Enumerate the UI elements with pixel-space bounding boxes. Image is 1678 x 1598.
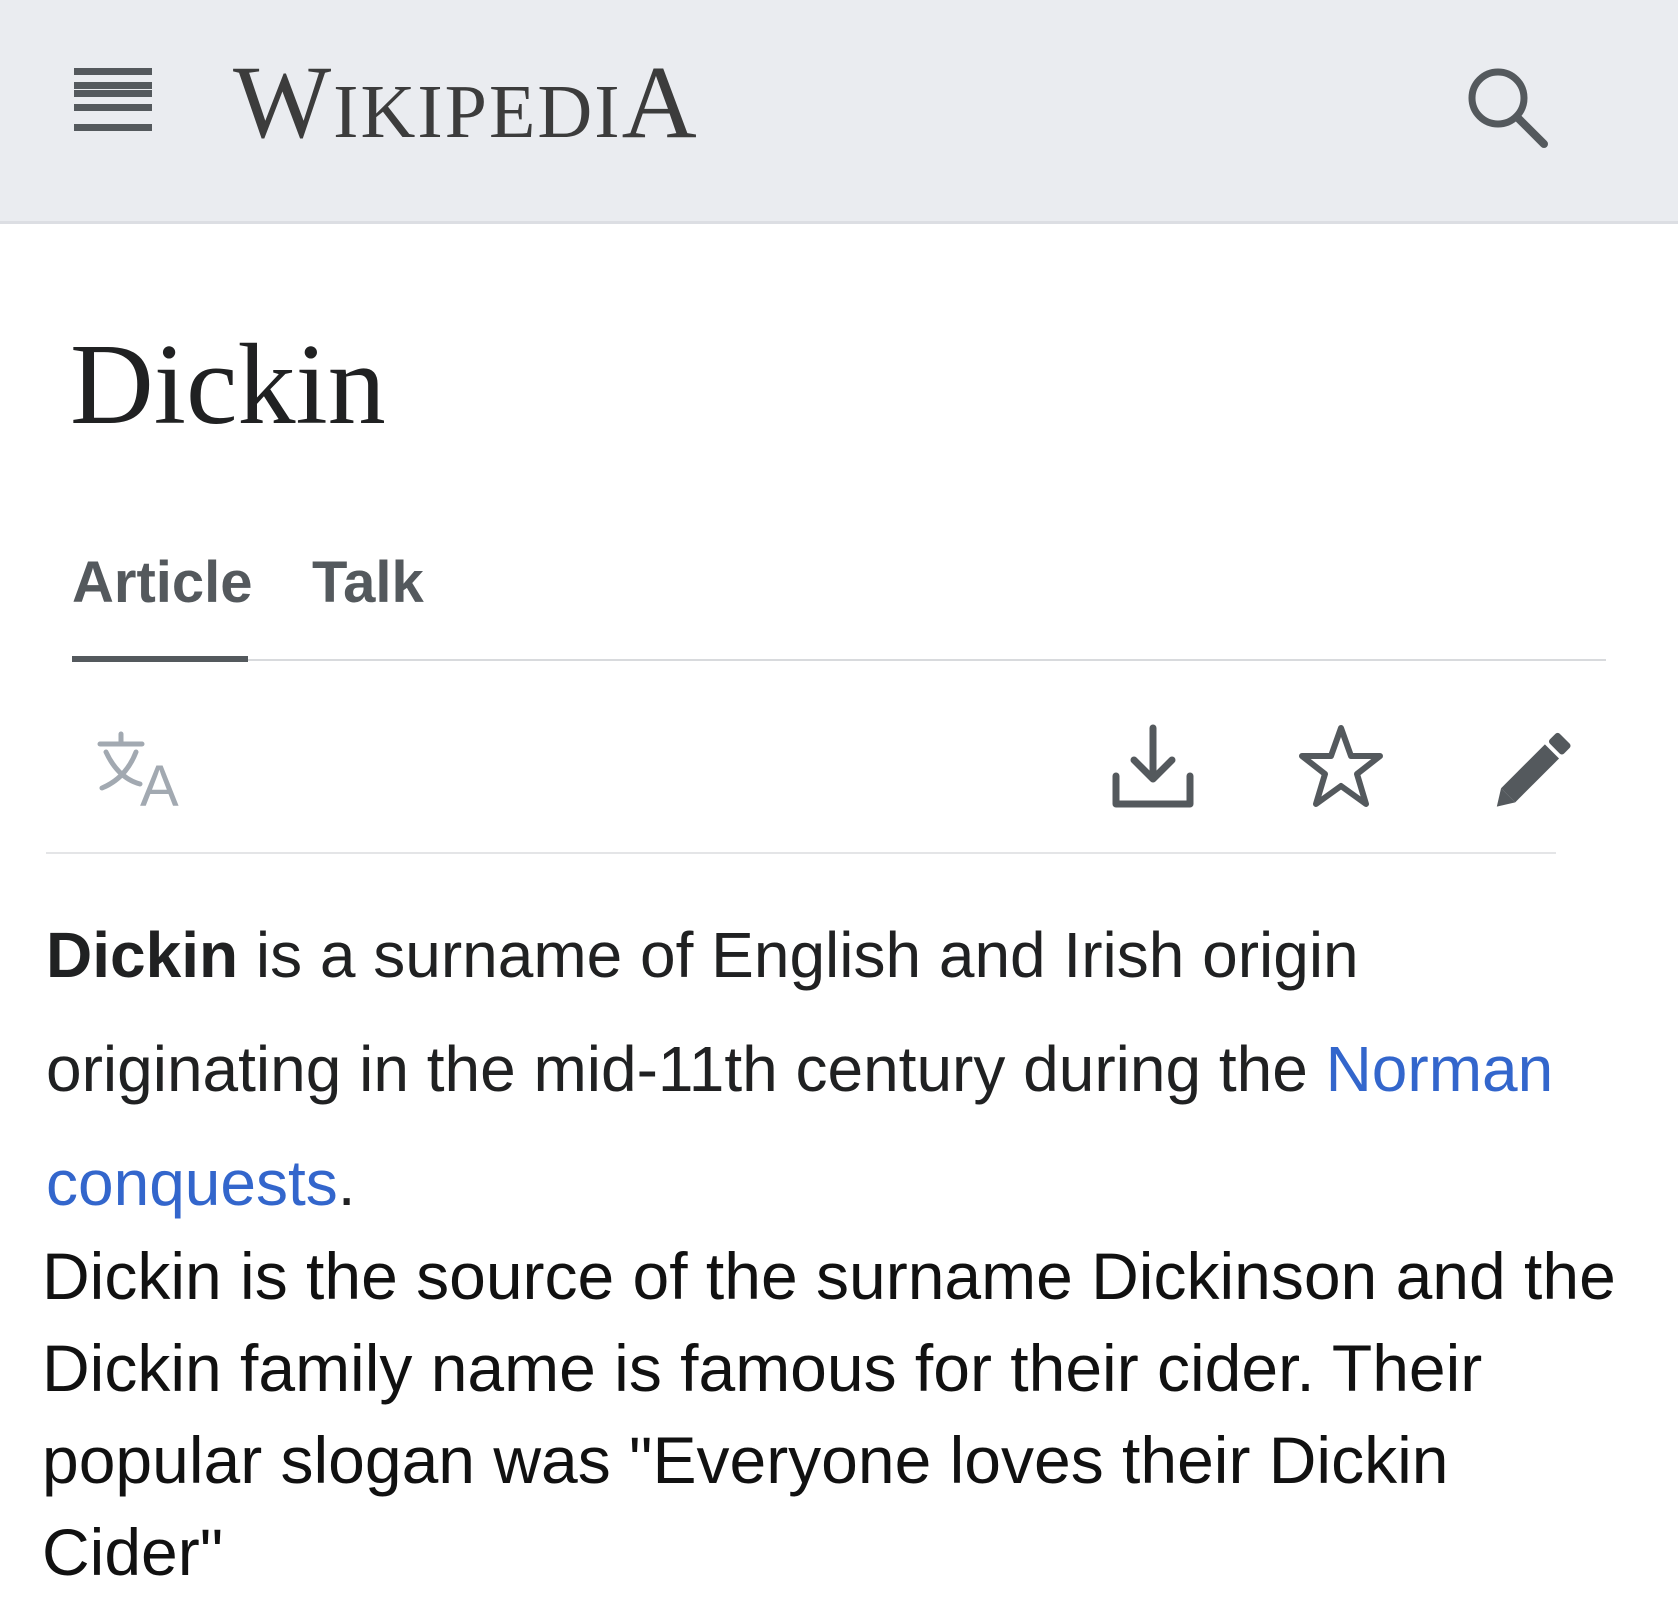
- hamburger-menu-icon[interactable]: [70, 68, 156, 138]
- lead-text: is a surname of English and Irish origin…: [46, 919, 1359, 1105]
- wikipedia-wordmark[interactable]: WIKIPEDIA: [233, 48, 699, 167]
- lead-end: .: [337, 1147, 356, 1219]
- wordmark-text: WIKIPEDIA: [233, 45, 699, 160]
- actions-divider: [46, 852, 1556, 854]
- tab-article[interactable]: Article: [72, 548, 253, 618]
- tabs-divider: [72, 659, 1606, 661]
- tab-talk[interactable]: Talk: [312, 548, 424, 618]
- active-tab-indicator: [72, 656, 248, 662]
- download-icon[interactable]: [1108, 722, 1198, 812]
- star-icon[interactable]: [1296, 722, 1386, 812]
- lead-bold-term: Dickin: [46, 919, 239, 991]
- pencil-icon[interactable]: [1490, 722, 1580, 812]
- top-header: WIKIPEDIA: [0, 0, 1678, 224]
- search-icon[interactable]: [1462, 62, 1552, 152]
- page-title: Dickin: [70, 321, 386, 449]
- svg-text:A: A: [140, 754, 179, 808]
- body-paragraph: Dickin is the source of the surname Dick…: [42, 1239, 1616, 1589]
- lead-paragraph: Dickin is a surname of English and Irish…: [46, 898, 1606, 1240]
- translate-icon[interactable]: A: [96, 728, 188, 819]
